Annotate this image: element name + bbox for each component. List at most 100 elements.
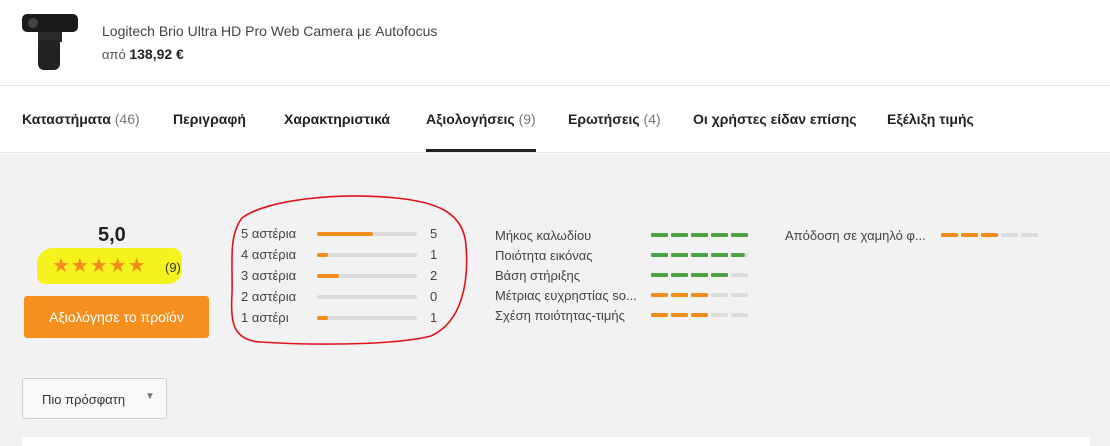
distribution-row[interactable]: 1 αστέρι 1 bbox=[241, 310, 441, 331]
rate-product-button[interactable]: Αξιολόγησε το προϊόν bbox=[24, 296, 209, 338]
attribute-meter bbox=[651, 233, 751, 237]
tab-label: Καταστήματα bbox=[22, 111, 111, 127]
attribute-ratings: Μήκος καλωδίου Ποιότητα εικόνας Βάση στή… bbox=[495, 226, 765, 326]
attribute-label: Σχέση ποιότητας-τιμής bbox=[495, 308, 625, 323]
tab-questions[interactable]: Ερωτήσεις (4) bbox=[568, 111, 661, 127]
distribution-bar bbox=[317, 232, 417, 236]
distribution-count: 1 bbox=[430, 310, 438, 325]
webcam-icon bbox=[22, 14, 78, 32]
attribute-row: Σχέση ποιότητας-τιμής bbox=[495, 306, 765, 326]
review-count: (9) bbox=[165, 260, 181, 275]
tab-price-history[interactable]: Εξέλιξη τιμής bbox=[887, 111, 974, 127]
sort-value: Πιο πρόσφατη bbox=[42, 392, 126, 407]
meter-segment bbox=[671, 273, 688, 277]
attribute-row: Βάση στήριξης bbox=[495, 266, 765, 286]
tab-description[interactable]: Περιγραφή bbox=[173, 111, 246, 127]
attribute-label: Απόδοση σε χαμηλό φ... bbox=[785, 228, 926, 243]
distribution-row[interactable]: 5 αστέρια 5 bbox=[241, 226, 441, 247]
attribute-meter bbox=[941, 233, 1041, 237]
attribute-row: Μέτριας ευχρηστίας so... bbox=[495, 286, 765, 306]
meter-segment bbox=[671, 233, 688, 237]
meter-segment bbox=[651, 273, 668, 277]
tab-label: Οι χρήστες είδαν επίσης bbox=[693, 111, 857, 127]
meter-segment bbox=[731, 253, 748, 257]
meter-segment bbox=[691, 273, 708, 277]
meter-segment bbox=[671, 293, 688, 297]
distribution-count: 0 bbox=[430, 289, 438, 304]
sort-dropdown[interactable]: Πιο πρόσφατη ▼ bbox=[22, 378, 167, 419]
distribution-count: 2 bbox=[430, 268, 438, 283]
meter-segment bbox=[651, 293, 668, 297]
attribute-row: Ποιότητα εικόνας bbox=[495, 246, 765, 266]
rating-distribution: 5 αστέρια 5 4 αστέρια 1 3 αστέρια 2 2 ασ… bbox=[241, 226, 441, 331]
attribute-meter bbox=[651, 273, 751, 277]
distribution-label: 2 αστέρια bbox=[241, 289, 297, 304]
star-rating-icon: ★★★★★ bbox=[52, 255, 147, 277]
attribute-row: Απόδοση σε χαμηλό φ... bbox=[785, 226, 1055, 246]
tab-users-also-viewed[interactable]: Οι χρήστες είδαν επίσης bbox=[693, 111, 857, 127]
meter-segment bbox=[691, 313, 708, 317]
distribution-bar bbox=[317, 253, 417, 257]
meter-segment bbox=[651, 233, 668, 237]
product-thumbnail[interactable] bbox=[22, 14, 78, 72]
attribute-meter bbox=[651, 313, 751, 317]
meter-segment bbox=[711, 273, 728, 277]
distribution-row[interactable]: 4 αστέρια 1 bbox=[241, 247, 441, 268]
product-price: από 138,92 € bbox=[102, 46, 184, 62]
meter-segment bbox=[691, 233, 708, 237]
attribute-meter bbox=[651, 253, 751, 257]
meter-segment bbox=[671, 253, 688, 257]
attribute-label: Μήκος καλωδίου bbox=[495, 228, 592, 243]
tab-label: Αξιολογήσεις bbox=[426, 111, 515, 127]
meter-segment bbox=[671, 313, 688, 317]
tab-stores[interactable]: Καταστήματα (46) bbox=[22, 111, 140, 127]
tab-count: (46) bbox=[114, 111, 140, 127]
meter-segment bbox=[651, 313, 668, 317]
average-score: 5,0 bbox=[98, 224, 126, 246]
attribute-meter bbox=[651, 293, 751, 297]
price-value: 138,92 € bbox=[129, 46, 184, 62]
distribution-row[interactable]: 3 αστέρια 2 bbox=[241, 268, 441, 289]
meter-segment bbox=[651, 253, 668, 257]
meter-segment bbox=[731, 313, 748, 317]
tab-count: (4) bbox=[643, 111, 661, 127]
product-title[interactable]: Logitech Brio Ultra HD Pro Web Camera με… bbox=[102, 23, 437, 39]
attribute-label: Μέτριας ευχρηστίας so... bbox=[495, 288, 637, 303]
distribution-bar bbox=[317, 274, 417, 278]
distribution-row[interactable]: 2 αστέρια 0 bbox=[241, 289, 441, 310]
meter-segment bbox=[981, 233, 998, 237]
caret-down-icon: ▼ bbox=[145, 391, 155, 402]
attribute-row: Μήκος καλωδίου bbox=[495, 226, 765, 246]
meter-segment bbox=[731, 293, 748, 297]
distribution-bar-fill bbox=[317, 316, 328, 320]
meter-segment bbox=[711, 293, 728, 297]
distribution-bar-fill bbox=[317, 274, 339, 278]
distribution-label: 1 αστέρι bbox=[241, 310, 289, 325]
meter-segment bbox=[711, 233, 728, 237]
meter-segment bbox=[691, 253, 708, 257]
distribution-bar bbox=[317, 295, 417, 299]
tab-count: (9) bbox=[518, 111, 536, 127]
reviews-section: 5,0 ★★★★★ (9) Αξιολόγησε το προϊόν 5 αστ… bbox=[0, 154, 1110, 446]
distribution-label: 3 αστέρια bbox=[241, 268, 297, 283]
meter-segment bbox=[961, 233, 978, 237]
tab-reviews[interactable]: Αξιολογήσεις (9) bbox=[426, 111, 536, 152]
review-card bbox=[22, 437, 1090, 446]
distribution-label: 4 αστέρια bbox=[241, 247, 297, 262]
meter-segment bbox=[711, 253, 728, 257]
meter-segment bbox=[941, 233, 958, 237]
meter-segment bbox=[1001, 233, 1018, 237]
attribute-ratings-right: Απόδοση σε χαμηλό φ... bbox=[785, 226, 1055, 246]
distribution-label: 5 αστέρια bbox=[241, 226, 297, 241]
tab-features[interactable]: Χαρακτηριστικά bbox=[284, 111, 390, 127]
meter-segment bbox=[691, 293, 708, 297]
distribution-bar bbox=[317, 316, 417, 320]
meter-segment bbox=[731, 273, 748, 277]
attribute-label: Βάση στήριξης bbox=[495, 268, 581, 283]
meter-segment bbox=[1021, 233, 1038, 237]
product-tabs: Καταστήματα (46) Περιγραφή Χαρακτηριστικ… bbox=[0, 87, 1110, 153]
meter-segment bbox=[731, 233, 748, 237]
price-prefix: από bbox=[102, 47, 126, 62]
distribution-bar-fill bbox=[317, 232, 373, 236]
tab-label: Ερωτήσεις bbox=[568, 111, 640, 127]
